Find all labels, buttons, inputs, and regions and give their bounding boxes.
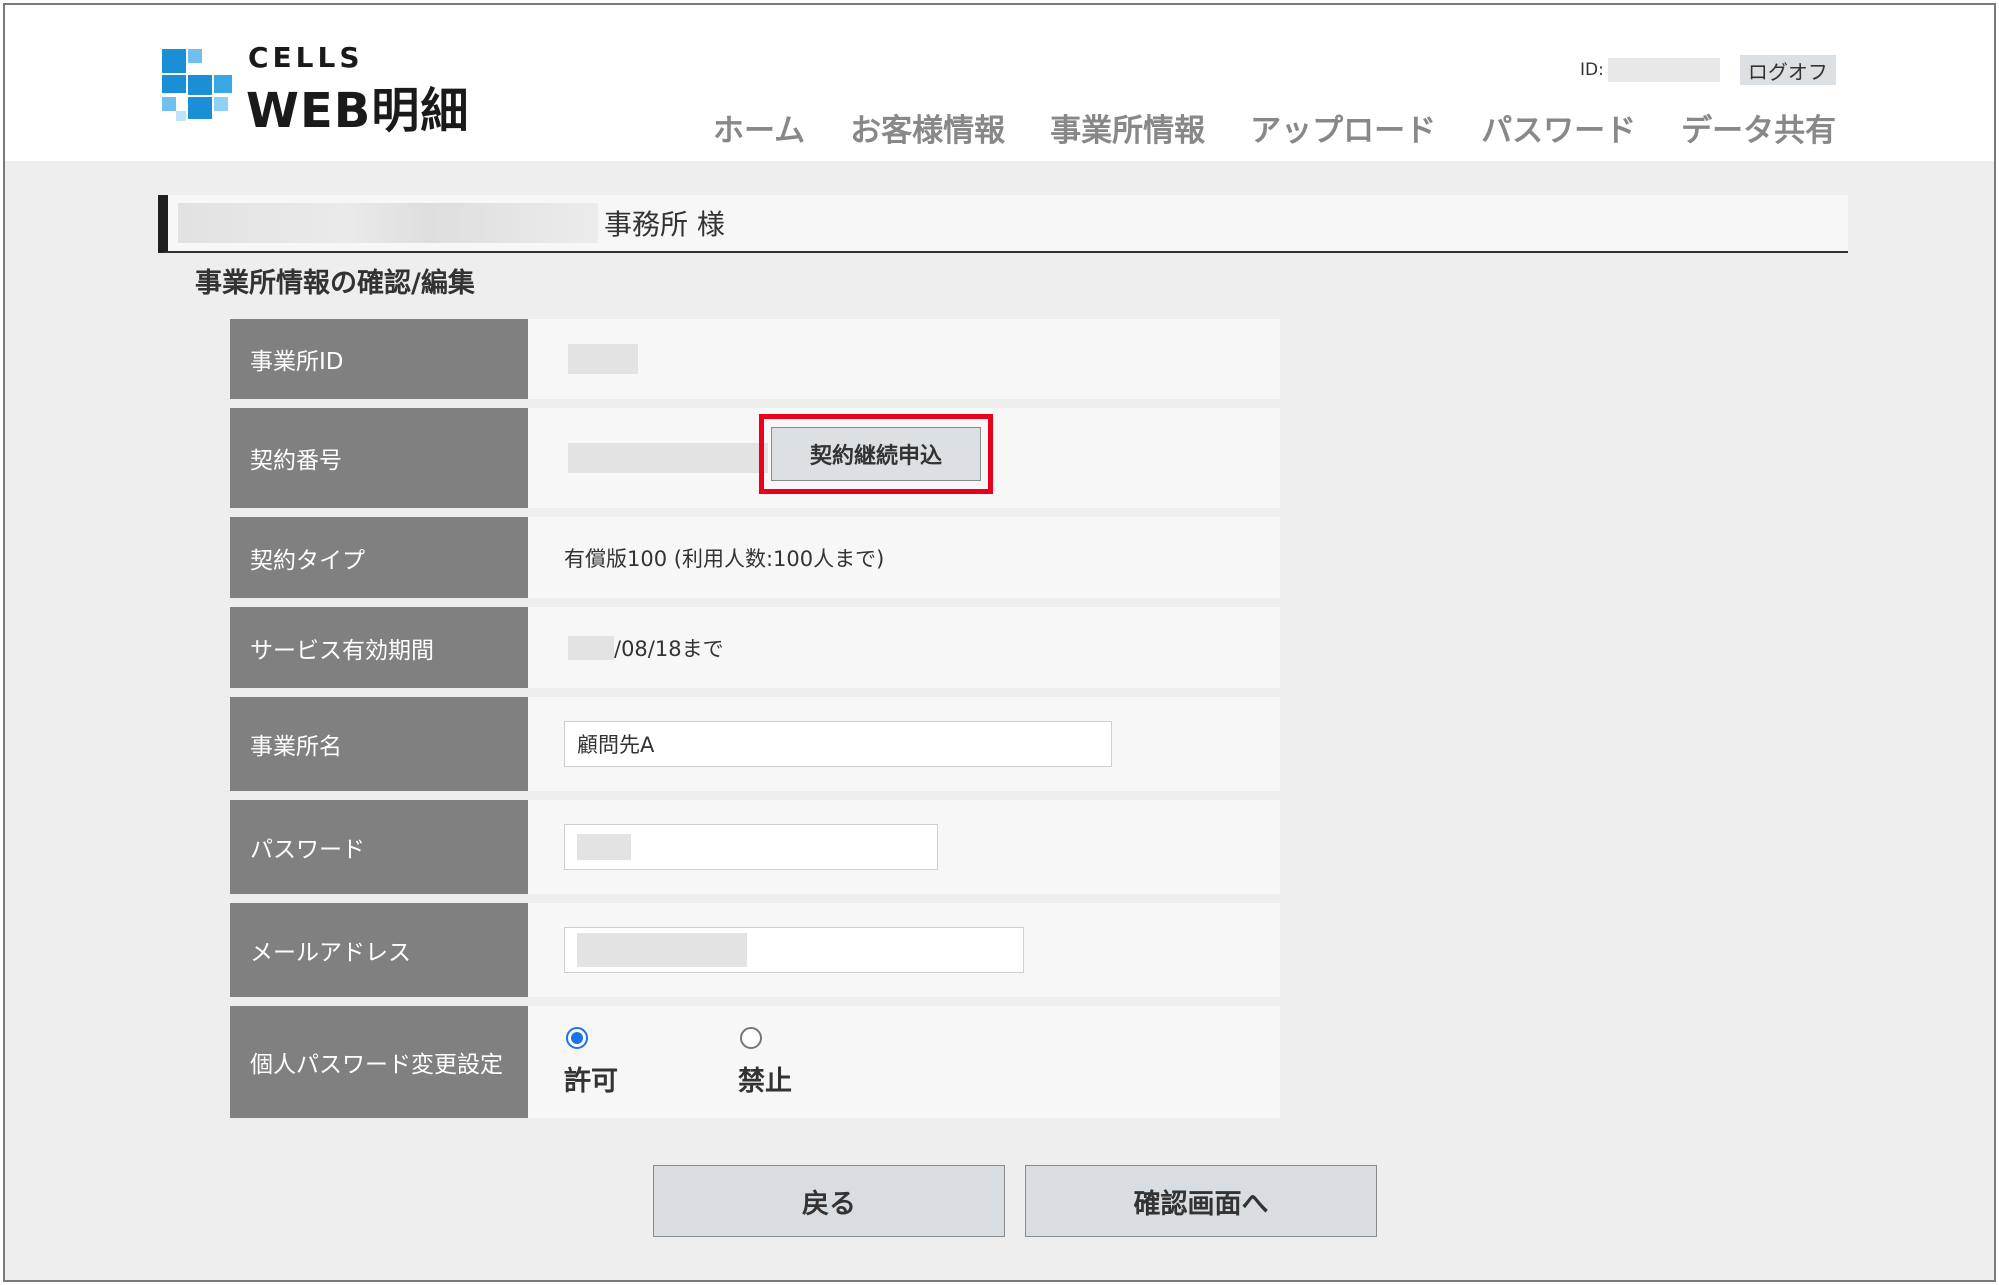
radio-allow[interactable]	[566, 1026, 588, 1049]
main-nav: ホーム お客様情報 事業所情報 アップロード パスワード データ共有	[713, 105, 1836, 150]
radio-deny-group[interactable]: 禁止	[738, 1026, 792, 1098]
service-period-label: サービス有効期間	[230, 607, 528, 688]
email-label: メールアドレス	[230, 903, 528, 997]
contract-number-value: 契約継続申込	[528, 408, 1280, 508]
nav-office-info[interactable]: 事業所情報	[1050, 105, 1205, 150]
radio-deny-label[interactable]: 禁止	[738, 1059, 792, 1098]
logo-main-text: WEB明細	[246, 83, 470, 139]
office-info-form: 事業所ID 契約番号 契約継続申込 契約タイプ 有償版100 (利用人数:100…	[230, 319, 1280, 1127]
contract-type-label: 契約タイプ	[230, 517, 528, 598]
row-service-period: サービス有効期間 /08/18まで	[230, 607, 1280, 688]
email-redacted	[577, 933, 747, 967]
id-value-redacted	[1607, 58, 1720, 82]
nav-password[interactable]: パスワード	[1481, 105, 1636, 150]
row-email: メールアドレス	[230, 903, 1280, 997]
user-id-area: ID: ログオフ	[1580, 55, 1836, 85]
office-id-label: 事業所ID	[230, 319, 528, 399]
confirm-button[interactable]: 確認画面へ	[1025, 1165, 1377, 1237]
password-change-label: 個人パスワード変更設定	[230, 1006, 528, 1118]
office-name-bar: 事務所 様	[158, 195, 1848, 253]
row-office-id: 事業所ID	[230, 319, 1280, 399]
password-input[interactable]	[564, 824, 938, 870]
office-id-value	[528, 319, 1280, 399]
email-value	[528, 903, 1280, 997]
office-name-suffix: 事務所 様	[604, 208, 725, 241]
office-name-value: 顧問先A	[528, 697, 1280, 791]
logoff-button[interactable]: ログオフ	[1739, 55, 1836, 85]
logo-cells-text: CELLS	[248, 41, 364, 74]
back-button[interactable]: 戻る	[653, 1165, 1005, 1237]
nav-home[interactable]: ホーム	[713, 105, 805, 150]
renew-contract-button[interactable]: 契約継続申込	[771, 427, 981, 481]
nav-data-share[interactable]: データ共有	[1681, 105, 1836, 150]
row-contract-type: 契約タイプ 有償版100 (利用人数:100人まで)	[230, 517, 1280, 598]
office-name-label: 事業所名	[230, 697, 528, 791]
logo: CELLS WEB明細	[158, 41, 478, 139]
service-period-text: /08/18まで	[614, 636, 724, 661]
password-value	[528, 800, 1280, 894]
renew-button-highlight: 契約継続申込	[759, 414, 993, 494]
cells-logo-icon	[162, 49, 232, 121]
contract-number-label: 契約番号	[230, 408, 528, 508]
main-content: 事務所 様 事業所情報の確認/編集 事業所ID 契約番号 契約継続申込 契約タイ…	[5, 161, 1994, 1280]
office-name-input[interactable]: 顧問先A	[564, 721, 1112, 767]
app-window: CELLS WEB明細 ID: ログオフ ホーム お客様情報 事業所情報 アップ…	[3, 3, 1996, 1282]
password-label: パスワード	[230, 800, 528, 894]
contract-number-redacted	[568, 443, 768, 473]
row-contract-number: 契約番号 契約継続申込	[230, 408, 1280, 508]
header: CELLS WEB明細 ID: ログオフ ホーム お客様情報 事業所情報 アップ…	[5, 5, 1994, 161]
contract-type-value: 有償版100 (利用人数:100人まで)	[564, 546, 885, 571]
nav-upload[interactable]: アップロード	[1250, 105, 1436, 150]
radio-allow-group[interactable]: 許可	[564, 1026, 618, 1098]
row-password-change-setting: 個人パスワード変更設定 許可 禁止	[230, 1006, 1280, 1118]
row-password: パスワード	[230, 800, 1280, 894]
nav-customer-info[interactable]: お客様情報	[850, 105, 1005, 150]
radio-deny[interactable]	[740, 1026, 762, 1049]
service-period-value: /08/18まで	[528, 607, 1280, 688]
service-year-redacted	[568, 635, 614, 660]
id-label: ID:	[1580, 60, 1604, 80]
radio-allow-label[interactable]: 許可	[564, 1059, 618, 1098]
row-office-name: 事業所名 顧問先A	[230, 697, 1280, 791]
email-input[interactable]	[564, 927, 1024, 973]
section-title: 事業所情報の確認/編集	[195, 268, 475, 299]
password-redacted	[577, 834, 631, 860]
password-change-options: 許可 禁止	[528, 1006, 1280, 1118]
office-id-redacted	[568, 344, 638, 374]
action-buttons: 戻る 確認画面へ	[653, 1165, 1397, 1237]
office-name-redacted	[178, 203, 598, 243]
